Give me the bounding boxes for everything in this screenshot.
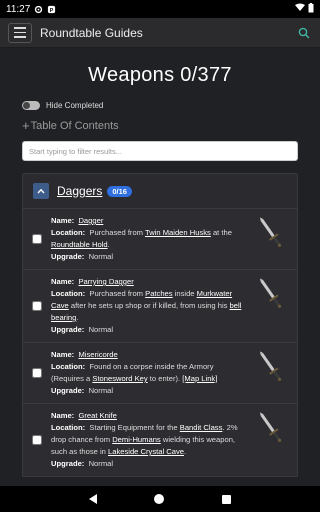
search-icon[interactable] <box>296 25 312 41</box>
name-label: Name: <box>51 277 75 286</box>
menu-icon-line <box>14 31 26 34</box>
weapon-checkbox-cell <box>23 349 51 397</box>
page-title: Weapons 0/377 <box>88 64 232 86</box>
name-line: Name: Misericorde <box>51 349 247 361</box>
weapon-row: Name: Great Knife Location: Starting Equi… <box>23 403 297 476</box>
menu-icon-line <box>14 36 26 38</box>
section-title[interactable]: Daggers <box>57 184 102 198</box>
hide-completed-label: Hide Completed <box>46 101 104 110</box>
app-bar: Roundtable Guides <box>0 18 320 48</box>
home-icon[interactable] <box>154 494 165 504</box>
menu-button[interactable] <box>8 22 32 43</box>
weapon-checkbox[interactable] <box>32 435 42 445</box>
location-line: Location: Found on a corpse inside the A… <box>51 362 218 383</box>
weapon-name-link[interactable]: Parrying Dagger <box>78 277 133 286</box>
weapon-checkbox[interactable] <box>32 234 42 244</box>
location-link[interactable]: Bandit Class <box>180 423 223 432</box>
menu-icon-line <box>14 27 26 29</box>
location-link[interactable]: Roundtable Hold <box>51 240 108 249</box>
collapse-button[interactable] <box>33 183 49 199</box>
name-line: Name: Dagger <box>51 215 247 227</box>
location-link[interactable]: bell bearing <box>51 301 241 322</box>
notification-icon: P <box>47 5 56 14</box>
upgrade-label: Upgrade: <box>51 252 85 261</box>
app-title: Roundtable Guides <box>40 25 143 40</box>
weapon-checkbox-cell <box>23 276 51 336</box>
upgrade-value: Normal <box>88 325 114 334</box>
battery-icon <box>308 2 314 16</box>
section-header: Daggers 0/16 <box>23 174 297 208</box>
daggers-section: Daggers 0/16 Name: Dagger Location: Purch… <box>22 173 298 477</box>
hide-completed-toggle[interactable] <box>22 101 40 110</box>
recents-icon[interactable] <box>222 494 232 504</box>
dagger-icon <box>253 410 289 446</box>
name-label: Name: <box>51 411 75 420</box>
table-of-contents-link[interactable]: + Table Of Contents <box>22 118 320 133</box>
svg-text:P: P <box>50 7 54 13</box>
upgrade-line: Upgrade: Normal <box>51 324 247 336</box>
name-label: Name: <box>51 350 75 359</box>
dagger-icon <box>253 276 289 312</box>
location-link[interactable]: Lakeside Crystal Cave <box>108 447 184 456</box>
upgrade-label: Upgrade: <box>51 459 85 468</box>
dagger-icon <box>253 215 289 251</box>
location-label: Location: <box>51 362 86 371</box>
upgrade-value: Normal <box>88 386 114 395</box>
system-nav-bar <box>0 486 320 512</box>
location-line: Location: Purchased from Patches inside … <box>51 289 242 322</box>
filter-input[interactable] <box>22 141 298 161</box>
weapon-checkbox[interactable] <box>32 368 42 378</box>
location-label: Location: <box>51 423 86 432</box>
status-right <box>295 2 314 16</box>
upgrade-value: Normal <box>88 252 114 261</box>
upgrade-line: Upgrade: Normal <box>51 385 247 397</box>
location-line: Location: Purchased from Twin Maiden Hus… <box>51 228 232 249</box>
location-line: Location: Starting Equipment for the Ban… <box>51 423 238 456</box>
gear-icon <box>34 5 43 14</box>
upgrade-label: Upgrade: <box>51 386 85 395</box>
location-link[interactable]: Demi-Humans <box>112 435 161 444</box>
dagger-icon <box>253 349 289 385</box>
location-label: Location: <box>51 228 86 237</box>
location-link[interactable]: [Map Link] <box>182 374 217 383</box>
wifi-icon <box>295 3 305 15</box>
location-link[interactable]: Stonesword Key <box>92 374 147 383</box>
plus-icon: + <box>22 118 30 133</box>
chevron-up-icon <box>37 188 45 194</box>
main-content: Weapons 0/377 Hide Completed + Table Of … <box>0 48 320 486</box>
section-count-badge: 0/16 <box>107 185 132 197</box>
name-label: Name: <box>51 216 75 225</box>
location-label: Location: <box>51 289 86 298</box>
weapon-checkbox-cell <box>23 410 51 470</box>
location-link[interactable]: Patches <box>145 289 172 298</box>
name-line: Name: Great Knife <box>51 410 247 422</box>
weapon-name-link[interactable]: Great Knife <box>78 411 116 420</box>
weapon-name-link[interactable]: Misericorde <box>78 350 117 359</box>
name-line: Name: Parrying Dagger <box>51 276 247 288</box>
weapon-name-link[interactable]: Dagger <box>78 216 103 225</box>
upgrade-value: Normal <box>88 459 114 468</box>
back-icon[interactable] <box>88 494 97 504</box>
weapon-row: Name: Misericorde Location: Found on a co… <box>23 342 297 403</box>
status-time: 11:27 <box>6 3 31 15</box>
weapon-row: Name: Dagger Location: Purchased from Twi… <box>23 208 297 269</box>
status-left: 11:27 P <box>6 4 56 15</box>
upgrade-label: Upgrade: <box>51 325 85 334</box>
location-link[interactable]: Twin Maiden Husks <box>145 228 211 237</box>
weapon-list: Name: Dagger Location: Purchased from Twi… <box>23 208 297 476</box>
weapon-checkbox-cell <box>23 215 51 263</box>
upgrade-line: Upgrade: Normal <box>51 458 247 470</box>
status-bar: 11:27 P <box>0 0 320 18</box>
hide-completed-row: Hide Completed <box>22 101 320 110</box>
weapon-checkbox[interactable] <box>32 301 42 311</box>
toc-label: Table Of Contents <box>30 119 119 132</box>
weapon-row: Name: Parrying Dagger Location: Purchased… <box>23 269 297 342</box>
upgrade-line: Upgrade: Normal <box>51 251 247 263</box>
